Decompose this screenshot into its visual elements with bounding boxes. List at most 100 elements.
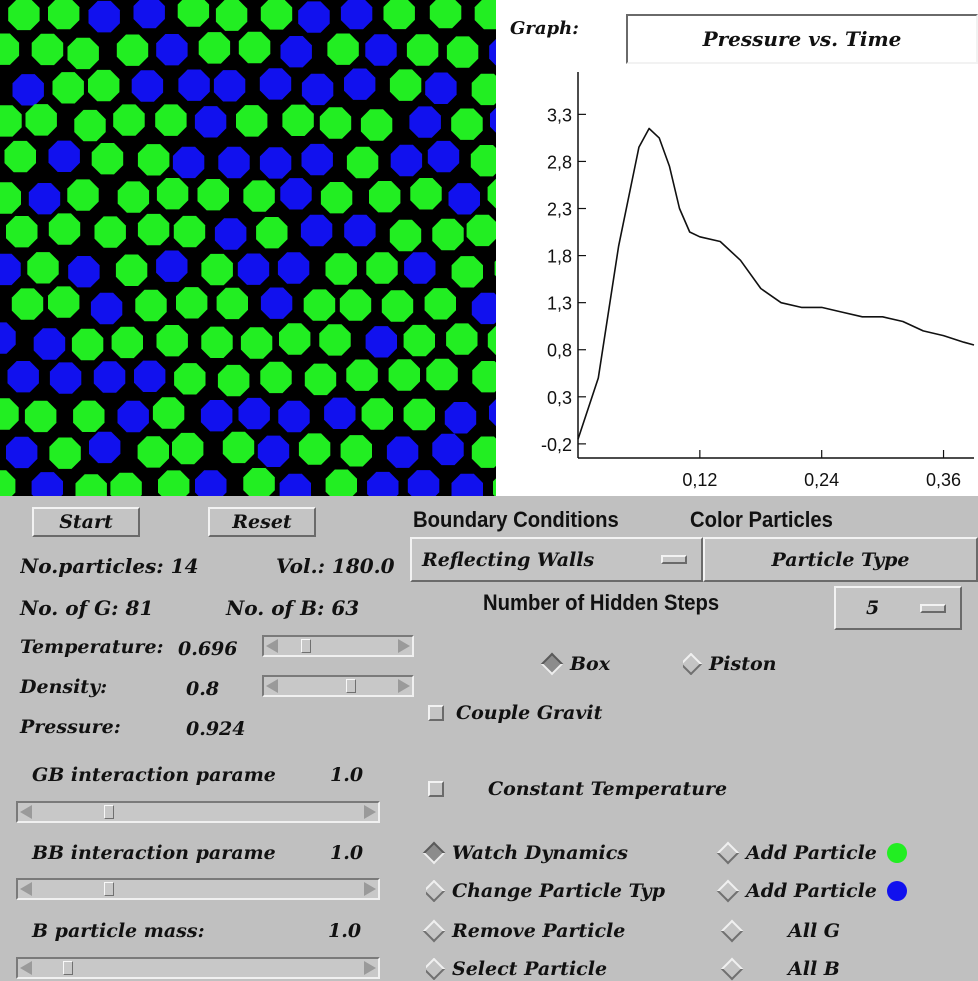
particle[interactable] [327,33,359,65]
particle[interactable] [11,288,44,320]
particle[interactable] [200,400,233,432]
particle[interactable] [91,143,124,175]
particle[interactable] [389,69,422,101]
particle[interactable] [12,74,44,106]
particle[interactable] [74,109,106,142]
particle[interactable] [240,327,273,359]
particle[interactable] [367,471,399,496]
particle[interactable] [31,472,63,496]
particle[interactable] [48,140,80,172]
hidden-steps-menu[interactable]: 5 [834,586,962,630]
particle[interactable] [256,217,288,249]
particle[interactable] [319,107,352,139]
particle[interactable] [471,73,496,106]
particle[interactable] [280,36,312,68]
constant-temperature-checkbox[interactable] [428,781,444,797]
particle[interactable] [282,104,314,136]
particle[interactable] [369,181,401,213]
particle[interactable] [49,437,81,469]
particle[interactable] [424,288,456,320]
particle[interactable] [474,0,496,30]
gb-interaction-slider[interactable] [16,801,380,823]
particle[interactable] [68,256,100,288]
particle[interactable] [137,436,169,468]
particle[interactable] [319,324,351,356]
particle[interactable] [236,105,268,137]
particle[interactable] [406,34,439,66]
particle[interactable] [216,287,248,320]
particle[interactable] [197,179,230,211]
particle[interactable] [137,213,170,246]
particle[interactable] [156,250,188,282]
particle[interactable] [218,146,250,179]
particle[interactable] [52,72,84,104]
particle[interactable] [0,253,21,286]
particle[interactable] [366,252,398,284]
particle[interactable] [178,69,210,101]
box-radio-icon[interactable] [540,652,564,676]
particle[interactable] [131,70,164,102]
particle[interactable] [195,470,227,496]
particle[interactable] [489,397,496,428]
particle[interactable] [24,400,57,433]
particle[interactable] [213,70,246,102]
particle[interactable] [451,473,484,496]
particle[interactable] [243,180,275,212]
particle[interactable] [277,252,310,284]
particle[interactable] [8,0,40,31]
particle[interactable] [117,400,149,433]
particle[interactable] [446,323,478,355]
select-particle-option[interactable]: Select Particle [426,958,714,980]
particle[interactable] [137,144,170,176]
particle[interactable] [48,286,80,318]
boundary-conditions-menu[interactable]: Reflecting Walls [410,537,703,582]
particle[interactable] [28,183,61,215]
add-particle-b-option[interactable]: Add Particle [716,879,907,903]
particle[interactable] [324,397,356,429]
particle[interactable] [429,0,462,29]
particle[interactable] [110,472,142,496]
particle[interactable] [407,470,440,496]
particle[interactable] [487,325,496,356]
particle[interactable] [325,253,357,285]
particle[interactable] [0,470,16,496]
particle[interactable] [93,361,126,393]
particle[interactable] [259,68,292,100]
particle[interactable] [257,435,290,467]
particle[interactable] [487,178,496,209]
particle[interactable] [470,145,496,177]
add-particle-g-option[interactable]: Add Particle [716,841,907,865]
particle[interactable] [0,33,20,65]
particle[interactable] [260,361,292,394]
particle[interactable] [6,216,38,248]
particle[interactable] [238,397,270,430]
particle[interactable] [389,219,422,252]
remove-particle-option[interactable]: Remove Particle [422,919,625,943]
particle[interactable] [346,146,379,179]
constant-temperature-option[interactable]: Constant Temperature [428,778,727,800]
particle[interactable] [383,0,415,30]
particle[interactable] [386,436,419,468]
couple-gravity-option[interactable]: Couple Gravit [428,702,640,724]
particle[interactable] [75,474,107,496]
temperature-slider-thumb[interactable] [301,639,312,653]
particle[interactable] [237,253,270,285]
particle[interactable] [194,106,227,138]
particle[interactable] [340,0,373,30]
particle[interactable] [172,432,204,465]
particle[interactable] [303,289,336,321]
all-b-option[interactable]: All B [720,957,840,981]
particle[interactable] [49,362,82,394]
particle[interactable] [27,252,59,284]
particle[interactable] [451,256,483,288]
particle[interactable] [390,144,423,177]
particle[interactable] [214,218,247,250]
particle[interactable] [361,398,393,430]
particle[interactable] [471,436,496,468]
particle[interactable] [360,109,393,141]
particle[interactable] [432,218,464,251]
particle[interactable] [111,326,143,359]
particle[interactable] [88,0,120,33]
particle[interactable] [172,146,205,179]
particle[interactable] [117,181,150,213]
